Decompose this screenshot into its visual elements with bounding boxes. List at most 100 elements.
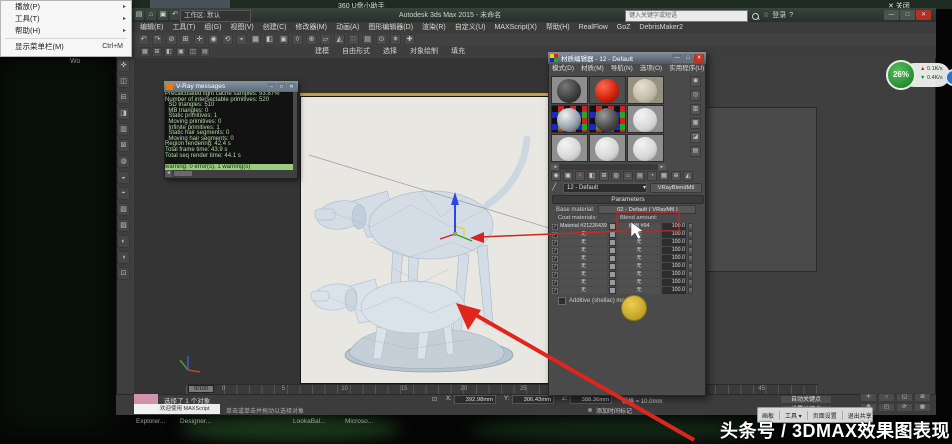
ribbon-tab[interactable]: 自由形式 xyxy=(342,47,370,57)
coat-enable-checkbox[interactable] xyxy=(552,287,558,294)
maximize-button[interactable]: □ xyxy=(277,82,286,91)
favorites-star-icon[interactable]: ☆ xyxy=(763,11,769,21)
material-type-button[interactable]: VRayBlendMtl xyxy=(650,183,702,193)
blend-map-button[interactable]: 无 xyxy=(618,287,660,294)
coat-material-button[interactable]: 无 xyxy=(560,231,607,238)
left-toolbar-icon[interactable]: ⊟ xyxy=(117,91,130,104)
menu-item[interactable]: GoZ xyxy=(617,22,631,33)
toolbar-icon[interactable]: ✶ xyxy=(390,34,401,45)
menu-item[interactable]: 导航(N) xyxy=(611,64,633,74)
memory-usage-badge[interactable]: 26% xyxy=(886,60,916,90)
blend-color-swatch[interactable] xyxy=(609,263,616,270)
toolbar-icon[interactable]: ⊞ xyxy=(180,34,191,45)
additive-checkbox[interactable] xyxy=(558,297,566,305)
camera-viewport[interactable] xyxy=(300,96,562,384)
blend-map-button[interactable]: 贴图 #94 xyxy=(618,223,660,230)
coat-enable-checkbox[interactable] xyxy=(552,247,558,254)
ribbon-tab[interactable]: 对象绘制 xyxy=(410,47,438,57)
maxscript-mini-listener[interactable] xyxy=(134,394,158,414)
blend-color-swatch[interactable] xyxy=(609,255,616,262)
close-button[interactable]: ✕ xyxy=(916,10,931,20)
left-toolbar-icon[interactable]: ◨ xyxy=(117,107,130,120)
context-menu-item-play[interactable]: 播放(P) ▸ xyxy=(1,1,131,13)
material-tool-icon[interactable]: ◭ xyxy=(683,171,693,181)
menu-item[interactable]: 选项(O) xyxy=(640,64,662,74)
toolbar-icon[interactable]: ⌖ xyxy=(236,34,247,45)
coat-enable-checkbox[interactable] xyxy=(552,239,558,246)
quick-access-icon[interactable]: ⌂ xyxy=(146,10,156,20)
material-tool-icon[interactable]: ▣ xyxy=(563,171,573,181)
workspace-dropdown[interactable]: 工作区: 默认 xyxy=(180,10,251,22)
spinner[interactable] xyxy=(688,239,693,246)
sign-in-button[interactable]: 登录 xyxy=(772,11,786,21)
toolbar-icon[interactable]: ⊙ xyxy=(376,34,387,45)
toolbar-icon[interactable]: ∷ xyxy=(348,34,359,45)
toolbar-icon[interactable]: ◉ xyxy=(208,34,219,45)
menu-item[interactable]: DebrisMaker2 xyxy=(639,22,683,33)
left-toolbar-icon[interactable]: ◍ xyxy=(117,155,130,168)
auto-key-button[interactable]: 自动关键点 xyxy=(780,395,832,404)
ribbon-icon[interactable]: ▤ xyxy=(200,47,210,57)
material-tool-icon[interactable]: ✕ xyxy=(575,171,585,181)
material-tool-icon[interactable]: ◔ xyxy=(647,171,657,181)
coat-material-button[interactable]: 无 xyxy=(560,239,607,246)
toolbar-icon[interactable]: ⊕ xyxy=(306,34,317,45)
left-toolbar-icon[interactable]: ✜ xyxy=(117,59,130,72)
material-tool-icon[interactable]: ▤ xyxy=(635,171,645,181)
viewport-nav-icon[interactable]: ○ xyxy=(878,393,895,402)
y-coordinate-field[interactable]: 306.43mm xyxy=(512,395,554,404)
coat-enable-checkbox[interactable] xyxy=(552,263,558,270)
menu-item[interactable]: 材质(M) xyxy=(581,64,604,74)
blend-color-swatch[interactable] xyxy=(609,279,616,286)
left-toolbar-icon[interactable]: ◓ xyxy=(117,187,130,200)
menu-item[interactable]: 动画(A) xyxy=(336,22,359,33)
sample-slot-active[interactable] xyxy=(551,105,588,133)
toolbar-icon[interactable]: ◧ xyxy=(264,34,275,45)
left-toolbar-icon[interactable]: ◒ xyxy=(117,171,130,184)
scroll-right-icon[interactable]: ► xyxy=(658,164,666,170)
close-button[interactable]: ✕ xyxy=(287,82,296,91)
viewport-nav-icon[interactable]: ⟳ xyxy=(896,403,913,412)
menu-item[interactable]: 工具(T) xyxy=(172,22,195,33)
sample-slot[interactable] xyxy=(627,134,664,162)
spinner[interactable] xyxy=(688,263,693,270)
left-toolbar-icon[interactable]: ◐ xyxy=(117,235,130,248)
blend-amount-value[interactable]: 100.0 xyxy=(662,231,686,238)
scroll-left-icon[interactable]: ◄ xyxy=(165,170,172,177)
blend-amount-value[interactable]: 100.0 xyxy=(662,255,686,262)
material-tool-icon[interactable]: ⊞ xyxy=(599,171,609,181)
sample-slot[interactable] xyxy=(589,76,626,104)
viewport-nav-icon[interactable]: ◰ xyxy=(878,403,895,412)
sample-tool-icon[interactable]: ▤ xyxy=(690,146,701,157)
spinner[interactable] xyxy=(688,287,693,294)
blend-color-swatch[interactable] xyxy=(609,271,616,278)
coat-material-button[interactable]: 无 xyxy=(560,279,607,286)
blend-amount-value[interactable]: 100.0 xyxy=(662,263,686,270)
sample-slot[interactable] xyxy=(589,134,626,162)
viewport-nav-icon[interactable]: ▦ xyxy=(914,403,931,412)
pick-material-icon[interactable]: ╱ xyxy=(552,184,560,192)
sample-slot[interactable] xyxy=(589,105,626,133)
minimize-button[interactable]: – xyxy=(267,82,276,91)
close-button[interactable]: ✕ xyxy=(694,53,704,63)
menu-item[interactable]: 帮助(H) xyxy=(546,22,570,33)
context-menu-item-tools[interactable]: 工具(T) ▸ xyxy=(1,13,131,25)
toolbar-icon[interactable]: ↶ xyxy=(138,34,149,45)
blend-map-button[interactable]: 无 xyxy=(618,247,660,254)
listener-text-field[interactable]: 欢迎使用 MAXScript xyxy=(158,404,220,414)
coat-enable-checkbox[interactable] xyxy=(552,271,558,278)
minimize-button[interactable]: — xyxy=(672,53,682,63)
menu-item[interactable]: 组(G) xyxy=(204,22,221,33)
sample-slot[interactable] xyxy=(627,76,664,104)
coat-material-button[interactable]: 无 xyxy=(560,271,607,278)
sample-tool-icon[interactable]: ▦ xyxy=(690,118,701,129)
add-time-tag-button[interactable]: 添加时间标记 xyxy=(596,406,632,415)
selection-lock-icon[interactable]: ⊡ xyxy=(432,396,437,403)
quick-access-icon[interactable]: ↶ xyxy=(170,10,180,20)
ribbon-tab[interactable]: 建模 xyxy=(315,47,329,57)
blend-map-button[interactable]: 无 xyxy=(618,231,660,238)
sample-tool-icon[interactable]: ◪ xyxy=(690,132,701,143)
spinner[interactable] xyxy=(688,223,693,230)
menu-item[interactable]: RealFlow xyxy=(579,22,608,33)
spinner[interactable] xyxy=(688,271,693,278)
